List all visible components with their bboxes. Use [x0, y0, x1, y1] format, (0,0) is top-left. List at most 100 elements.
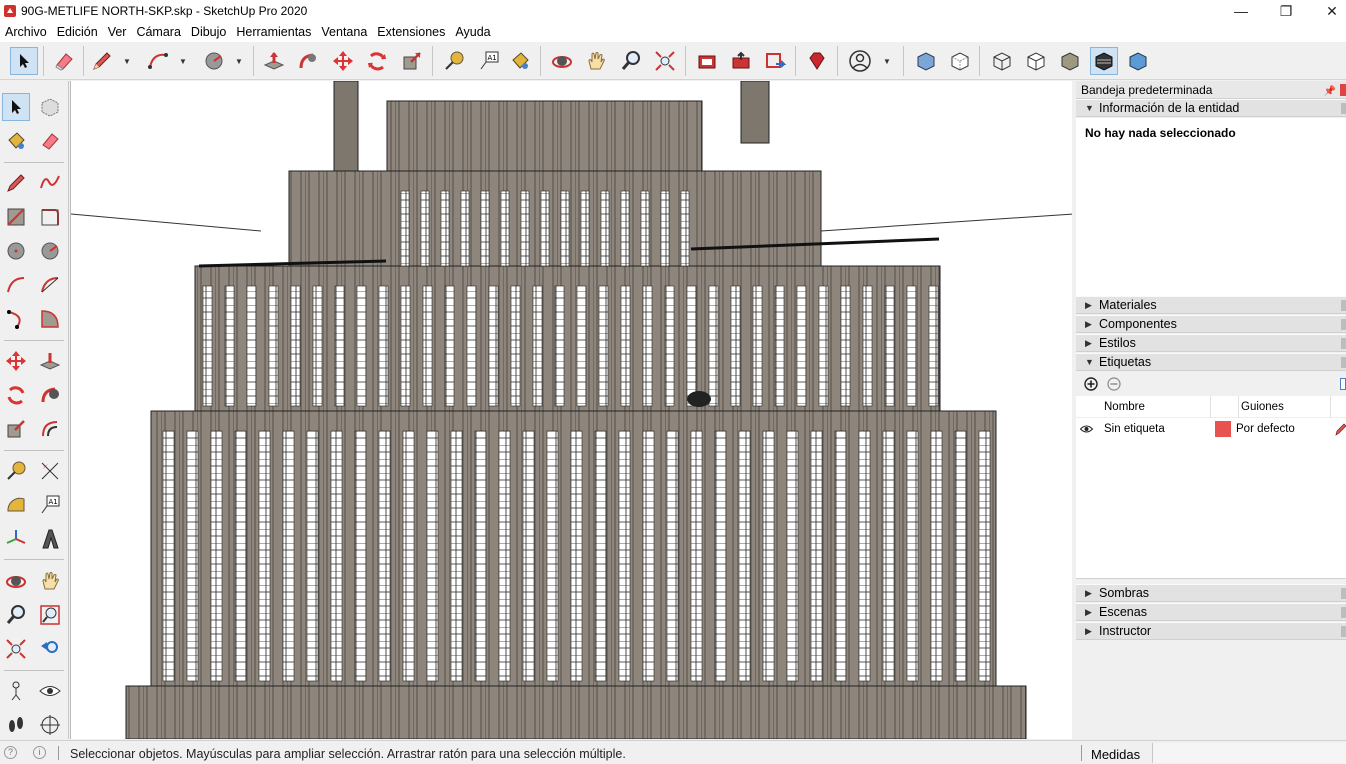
tray-close-button[interactable]: [1340, 84, 1346, 96]
follow-me-tool-button[interactable]: [294, 47, 322, 75]
line-tool-button[interactable]: [88, 47, 116, 75]
left-paint-bucket-button[interactable]: [2, 127, 30, 155]
scenes-header[interactable]: ▶ Escenas: [1076, 603, 1346, 621]
three-point-arc-button[interactable]: [2, 305, 30, 333]
circle-button[interactable]: [2, 237, 30, 265]
info-icon[interactable]: i: [33, 746, 46, 759]
pencil-edit-icon[interactable]: [1334, 422, 1346, 436]
arc-button[interactable]: [2, 271, 30, 299]
menu-archivo[interactable]: Archivo: [0, 22, 52, 42]
orbit-tool-button[interactable]: [548, 47, 576, 75]
monochrome-style-button[interactable]: [1124, 47, 1152, 75]
scale-tool-button[interactable]: [398, 47, 426, 75]
freehand-button[interactable]: [36, 169, 64, 197]
entity-info-header[interactable]: ▼ Información de la entidad: [1076, 99, 1346, 117]
position-camera-button[interactable]: [2, 677, 30, 705]
add-tag-icon[interactable]: [1084, 377, 1098, 391]
pie-button[interactable]: [36, 305, 64, 333]
paint-bucket-tool-button[interactable]: [506, 47, 534, 75]
left-zoom-button[interactable]: [2, 601, 30, 629]
zoom-tool-button[interactable]: [617, 47, 645, 75]
left-rotate-button[interactable]: [2, 381, 30, 409]
col-name[interactable]: Nombre: [1104, 401, 1145, 413]
menu-ver[interactable]: Ver: [103, 22, 132, 42]
back-edges-style-button[interactable]: [946, 47, 974, 75]
panel-menu-icon[interactable]: [1341, 626, 1346, 637]
menu-ayuda[interactable]: Ayuda: [450, 22, 495, 42]
zoom-extents-tool-button[interactable]: [651, 47, 679, 75]
3d-warehouse-button[interactable]: [693, 47, 721, 75]
zoom-window-button[interactable]: [36, 601, 64, 629]
left-orbit-button[interactable]: [2, 567, 30, 595]
panel-menu-icon[interactable]: [1341, 607, 1346, 618]
arc-dropdown[interactable]: ▼: [178, 56, 188, 66]
tag-name[interactable]: Sin etiqueta: [1104, 423, 1165, 435]
select-tool-button[interactable]: [10, 47, 38, 75]
menu-herramientas[interactable]: Herramientas: [231, 22, 316, 42]
xray-style-button[interactable]: [912, 47, 940, 75]
arc-tool-button[interactable]: [144, 47, 172, 75]
materials-header[interactable]: ▶ Materiales: [1076, 296, 1346, 314]
shadows-header[interactable]: ▶ Sombras: [1076, 584, 1346, 602]
polygon-button[interactable]: [36, 237, 64, 265]
maximize-button[interactable]: ❐: [1263, 0, 1309, 22]
left-line-button[interactable]: [2, 169, 30, 197]
walk-button[interactable]: [2, 711, 30, 739]
hidden-line-style-button[interactable]: [1022, 47, 1050, 75]
menu-camara[interactable]: Cámara: [131, 22, 185, 42]
modeling-viewport[interactable]: [70, 81, 1072, 739]
menu-edicion[interactable]: Edición: [52, 22, 103, 42]
shaded-style-button[interactable]: [1056, 47, 1084, 75]
col-dashes[interactable]: Guiones: [1241, 401, 1284, 413]
delete-tag-icon[interactable]: [1107, 377, 1121, 391]
make-component-button[interactable]: [36, 93, 64, 121]
left-pushpull-button[interactable]: [36, 347, 64, 375]
menu-dibujo[interactable]: Dibujo: [186, 22, 231, 42]
components-header[interactable]: ▶ Componentes: [1076, 315, 1346, 333]
circle-tool-button[interactable]: [200, 47, 228, 75]
left-select-button[interactable]: [2, 93, 30, 121]
move-tool-button[interactable]: [329, 47, 357, 75]
previous-view-button[interactable]: [36, 635, 64, 663]
tag-color-swatch[interactable]: [1215, 421, 1231, 437]
pan-tool-button[interactable]: [582, 47, 610, 75]
eye-visibility-icon[interactable]: [1080, 424, 1093, 434]
minimize-button[interactable]: —: [1218, 0, 1264, 22]
line-dropdown[interactable]: ▼: [122, 56, 132, 66]
menu-extensiones[interactable]: Extensiones: [372, 22, 450, 42]
offset-button[interactable]: [36, 415, 64, 443]
3d-text-button[interactable]: [36, 525, 64, 553]
eraser-tool-button[interactable]: [50, 47, 78, 75]
left-zoom-extents-button[interactable]: [2, 635, 30, 663]
rotate-tool-button[interactable]: [363, 47, 391, 75]
measurements-input[interactable]: [1152, 743, 1346, 763]
account-dropdown[interactable]: ▼: [882, 56, 892, 66]
pushpull-tool-button[interactable]: [260, 47, 288, 75]
axes-button[interactable]: [2, 525, 30, 553]
shaded-textures-style-button[interactable]: [1090, 47, 1118, 75]
panel-menu-icon[interactable]: [1341, 588, 1346, 599]
panel-menu-icon[interactable]: [1341, 357, 1346, 368]
menu-ventana[interactable]: Ventana: [316, 22, 372, 42]
two-point-arc-button[interactable]: [36, 271, 64, 299]
panel-menu-icon[interactable]: [1341, 300, 1346, 311]
shape-dropdown[interactable]: ▼: [234, 56, 244, 66]
tape-measure-tool-button[interactable]: [440, 47, 468, 75]
left-tape-measure-button[interactable]: [2, 457, 30, 485]
geolocation-icon[interactable]: ?: [4, 746, 17, 759]
left-text-button[interactable]: A1: [36, 491, 64, 519]
extension-manager-button[interactable]: [803, 47, 831, 75]
dimension-button[interactable]: [36, 457, 64, 485]
account-button[interactable]: [846, 47, 874, 75]
left-move-button[interactable]: [2, 347, 30, 375]
panel-menu-icon[interactable]: [1341, 338, 1346, 349]
panel-menu-icon[interactable]: [1341, 319, 1346, 330]
left-eraser-button[interactable]: [36, 127, 64, 155]
look-around-button[interactable]: [36, 677, 64, 705]
tag-row[interactable]: Sin etiqueta Por defecto: [1076, 418, 1346, 440]
tags-header[interactable]: ▼ Etiquetas: [1076, 353, 1346, 371]
tag-details-icon[interactable]: [1340, 378, 1346, 390]
text-tool-button[interactable]: A1: [475, 47, 503, 75]
protractor-button[interactable]: [2, 491, 30, 519]
close-button[interactable]: ✕: [1309, 0, 1346, 22]
